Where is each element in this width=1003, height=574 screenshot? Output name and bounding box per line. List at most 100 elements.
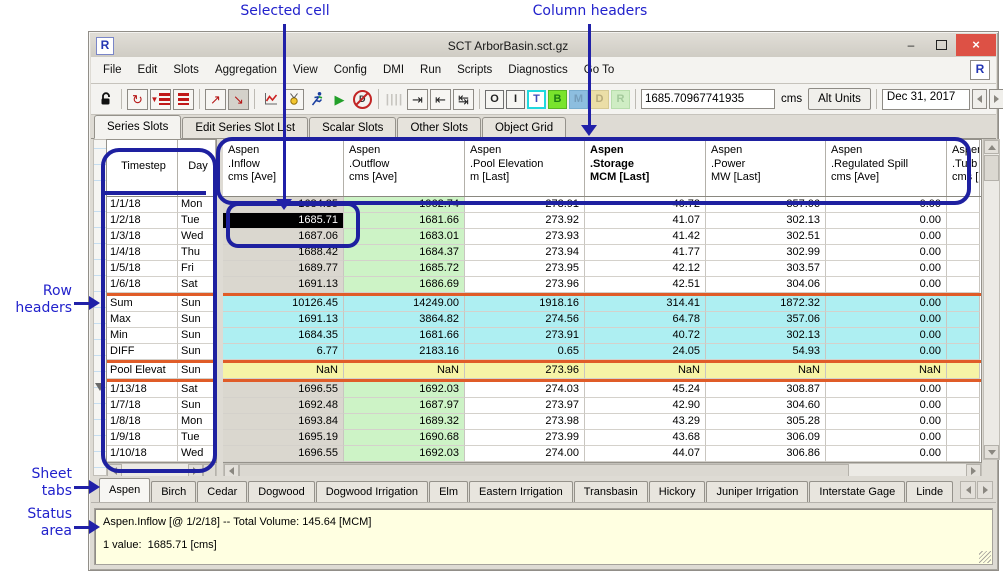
tab-other-slots[interactable]: Other Slots [397, 117, 481, 138]
value-cell[interactable]: 1684.35 [223, 328, 344, 344]
menu-view[interactable]: View [285, 61, 326, 79]
value-cell[interactable]: 314.41 [585, 296, 706, 312]
value-cell[interactable]: 10126.45 [223, 296, 344, 312]
sheet-tab-hickory[interactable]: Hickory [649, 481, 706, 502]
value-cell[interactable]: 42.12 [585, 261, 706, 277]
value-cell[interactable]: 1688.42 [223, 245, 344, 261]
value-cell[interactable]: 0.00 [826, 277, 947, 293]
day-cell[interactable]: Sun [178, 363, 216, 379]
start-run-button[interactable]: ▶ [329, 89, 350, 110]
value-cell[interactable]: 302.13 [706, 328, 826, 344]
data-vscrollbar[interactable] [983, 139, 1000, 460]
value-cell[interactable]: 1687.97 [344, 398, 465, 414]
value-cell[interactable]: 1693.84 [223, 414, 344, 430]
day-cell[interactable]: Tue [178, 430, 216, 446]
value-cell[interactable]: 14249.00 [344, 296, 465, 312]
day-cell[interactable]: Sat [178, 382, 216, 398]
sheet-tab-dogwood[interactable]: Dogwood [248, 481, 314, 502]
scroll-right-icon[interactable] [966, 464, 981, 476]
vscroll-thumb[interactable] [984, 155, 999, 181]
timestep-cell[interactable]: Min [107, 328, 178, 344]
timestep-cell[interactable]: Sum [107, 296, 178, 312]
day-cell[interactable]: Sun [178, 328, 216, 344]
value-cell[interactable]: 42.90 [585, 398, 706, 414]
close-button[interactable]: × [956, 34, 996, 56]
insert-aggregation-row-button[interactable]: ▼ [150, 89, 171, 110]
value-cell[interactable]: 357.06 [706, 312, 826, 328]
goto-date-range-button[interactable]: ↹ [453, 89, 474, 110]
value-cell[interactable] [947, 398, 980, 414]
value-cell[interactable] [947, 277, 980, 293]
value-cell[interactable]: 308.87 [706, 382, 826, 398]
tabs-scroll-left-icon[interactable] [960, 481, 976, 499]
value-cell[interactable]: 273.96 [465, 363, 585, 379]
value-cell[interactable]: 1691.13 [223, 312, 344, 328]
timestep-cell[interactable]: 1/1/18 [107, 197, 178, 213]
value-cell[interactable]: 1690.68 [344, 430, 465, 446]
tabs-scroll-right-icon[interactable] [977, 481, 993, 499]
day-cell[interactable]: Thu [178, 245, 216, 261]
value-cell[interactable]: 273.92 [465, 213, 585, 229]
value-cell[interactable]: 273.97 [465, 398, 585, 414]
menu-slots[interactable]: Slots [165, 61, 207, 79]
value-cell[interactable]: 303.57 [706, 261, 826, 277]
day-cell[interactable]: Fri [178, 261, 216, 277]
column-header-aspen-power[interactable]: Aspen.PowerMW [Last] [706, 140, 826, 196]
shrink-sct-button[interactable]: ↘ [228, 89, 249, 110]
cell-value-input[interactable] [641, 89, 775, 109]
riverware-icon[interactable]: R [970, 60, 990, 80]
value-cell[interactable]: 0.00 [826, 446, 947, 462]
value-cell[interactable]: 0.00 [826, 430, 947, 446]
value-cell[interactable]: 0.00 [826, 245, 947, 261]
value-cell[interactable] [947, 312, 980, 328]
value-cell[interactable]: 304.06 [706, 277, 826, 293]
value-cell[interactable]: 1692.48 [223, 398, 344, 414]
value-cell[interactable]: 302.13 [706, 213, 826, 229]
value-cell[interactable]: 305.28 [706, 414, 826, 430]
value-cell[interactable]: 273.95 [465, 261, 585, 277]
value-cell[interactable]: 0.00 [826, 414, 947, 430]
value-cell[interactable] [947, 213, 980, 229]
day-cell[interactable]: Wed [178, 446, 216, 462]
day-cell[interactable]: Tue [178, 213, 216, 229]
menu-config[interactable]: Config [326, 61, 375, 79]
value-cell[interactable]: 1695.19 [223, 430, 344, 446]
date-prev-button[interactable] [972, 89, 987, 109]
menu-go-to[interactable]: Go To [576, 61, 622, 79]
value-cell[interactable]: 2183.16 [344, 344, 465, 360]
lock-button[interactable] [95, 89, 116, 110]
timestep-cell[interactable]: 1/10/18 [107, 446, 178, 462]
sheet-tab-elm[interactable]: Elm [429, 481, 468, 502]
timestep-cell[interactable]: 1/5/18 [107, 261, 178, 277]
title-bar[interactable]: R SCT ArborBasin.sct.gz –× [91, 34, 996, 57]
menu-diagnostics[interactable]: Diagnostics [500, 61, 575, 79]
value-cell[interactable]: 1696.55 [223, 446, 344, 462]
value-cell[interactable]: 0.00 [826, 344, 947, 360]
value-cell[interactable]: 357.06 [706, 197, 826, 213]
value-cell[interactable] [947, 446, 980, 462]
disable-dispatching-button[interactable]: D [352, 89, 373, 110]
goto-start-date-button[interactable]: ⇥ [407, 89, 428, 110]
goto-end-date-button[interactable]: ⇤ [430, 89, 451, 110]
value-cell[interactable]: 1692.03 [344, 446, 465, 462]
value-cell[interactable] [947, 261, 980, 277]
value-cell[interactable]: 42.51 [585, 277, 706, 293]
value-cell[interactable] [947, 328, 980, 344]
expand-sct-button[interactable]: ↗ [205, 89, 226, 110]
day-cell[interactable]: Sun [178, 344, 216, 360]
value-cell[interactable]: NaN [223, 363, 344, 379]
value-cell[interactable] [947, 229, 980, 245]
day-cell[interactable]: Mon [178, 414, 216, 430]
day-cell[interactable]: Sun [178, 312, 216, 328]
flag-best-efficiency-button[interactable]: B [548, 90, 567, 109]
value-cell[interactable]: 273.98 [465, 414, 585, 430]
selected-cell[interactable]: 1685.71 [223, 213, 344, 229]
value-cell[interactable]: NaN [585, 363, 706, 379]
scroll-up-icon[interactable] [984, 140, 999, 154]
timestep-cell[interactable]: Max [107, 312, 178, 328]
value-cell[interactable]: 3864.82 [344, 312, 465, 328]
timestep-cell[interactable]: 1/6/18 [107, 277, 178, 293]
sheet-tab-interstate-gage[interactable]: Interstate Gage [809, 481, 905, 502]
timestep-cell[interactable]: 1/7/18 [107, 398, 178, 414]
value-cell[interactable]: 0.00 [826, 382, 947, 398]
